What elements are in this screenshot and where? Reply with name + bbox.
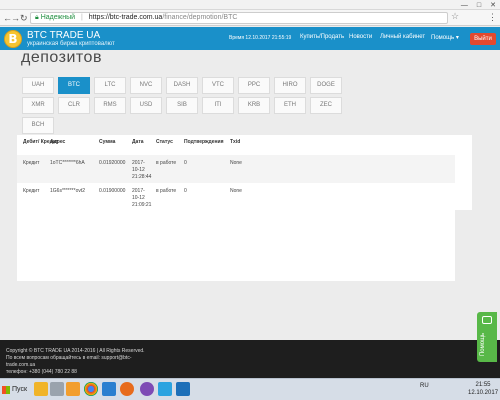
deposits-table: Дебит/ Кредит Адрес Сумма Дата Статус По… [17, 135, 455, 281]
table-row: Кредит 1G6s*******ovt2 0.01900000 2017- … [17, 183, 455, 211]
bitcoin-logo-icon[interactable]: B [4, 30, 22, 48]
os-taskbar: Пуск RU 21:55 12.10.2017 [0, 378, 500, 400]
tab-eth[interactable]: ETH [274, 97, 306, 114]
tab-krb[interactable]: KRB [238, 97, 270, 114]
cell-type: Кредит [23, 188, 40, 194]
tab-btc[interactable]: BTC [58, 77, 90, 94]
tab-doge[interactable]: DOGE [310, 77, 342, 94]
tab-uah[interactable]: UAH [22, 77, 54, 94]
app-icon[interactable] [102, 382, 116, 396]
cell-date-line1: 2017- [132, 160, 145, 166]
close-icon[interactable]: ✕ [490, 1, 496, 9]
bookmark-star-icon[interactable]: ☆ [451, 11, 459, 22]
cell-date-line3: 21:28:44 [132, 174, 152, 180]
browser-toolbar: ← → ↻ 🔒︎ Надежный | https://btc-trade.co… [0, 10, 500, 26]
reload-icon[interactable]: ↻ [20, 12, 28, 24]
window-controls: — □ ✕ [461, 0, 496, 10]
clock-time: 21:55 [475, 382, 491, 388]
col-header-txid: Txid [230, 139, 241, 145]
tab-xmr[interactable]: XMR [22, 97, 54, 114]
exit-button[interactable]: Выйти [470, 33, 496, 45]
maximize-icon[interactable]: □ [477, 2, 481, 9]
footer-phone: телефон: +380 (044) 780 22 88 [6, 369, 77, 375]
chrome-icon[interactable] [84, 382, 98, 396]
cell-amount: 0.01900000 [99, 188, 126, 194]
language-indicator[interactable]: RU [420, 383, 429, 389]
tab-zec[interactable]: ZEC [310, 97, 342, 114]
footer-contact: По всем вопросам обращайтесь в email: su… [6, 355, 132, 361]
explorer-icon[interactable] [34, 382, 48, 396]
page-title: депозитов [21, 49, 102, 66]
cell-date-line1: 2017- [132, 188, 145, 194]
nav-help[interactable]: Помощь ▾ [431, 34, 459, 41]
col-header-status: Статус [156, 139, 173, 145]
folder-icon[interactable] [66, 382, 80, 396]
tab-clr[interactable]: CLR [58, 97, 90, 114]
start-button[interactable]: Пуск [2, 383, 27, 397]
tab-bch[interactable]: BCH [22, 117, 54, 134]
minimize-icon[interactable]: — [461, 2, 468, 9]
lock-icon: 🔒︎ [35, 14, 39, 21]
url-host: https://btc-trade.com.ua [88, 14, 163, 21]
help-widget-label: Помощь [480, 332, 486, 356]
clock[interactable]: 21:55 12.10.2017 [468, 381, 498, 397]
forward-icon[interactable]: → [11, 12, 20, 24]
table-card-extension [455, 135, 472, 210]
browser-menu-icon[interactable]: ⋮ [488, 12, 497, 23]
start-label: Пуск [12, 386, 28, 393]
clock-date: 12.10.2017 [468, 390, 499, 396]
cell-address: 1G6s*******ovt2 [50, 188, 86, 194]
cell-txid: None [230, 188, 242, 194]
cell-confirmations: 0 [184, 188, 187, 194]
cell-txid: None [230, 160, 242, 166]
url-path: /finance/depmotion/BTC [162, 14, 238, 21]
col-header-address: Адрес [50, 139, 66, 145]
site-header: B BTC TRADE UA украинская биржа криптова… [0, 27, 500, 50]
cell-amount: 0.01920000 [99, 160, 126, 166]
secure-label: Надежный [40, 14, 76, 21]
col-header-amount: Сумма [99, 139, 116, 145]
brand-name[interactable]: BTC TRADE UA [27, 30, 100, 41]
nav-buy-sell[interactable]: Купить/Продать [300, 34, 344, 40]
tab-hiro[interactable]: HIRO [274, 77, 306, 94]
cell-status: в работе [156, 160, 177, 166]
cell-status: в работе [156, 188, 177, 194]
site-footer: Copyright © BTC TRADE UA 2014-2016 | All… [0, 340, 500, 378]
browser-titlebar: — □ ✕ [0, 0, 500, 10]
tab-iti[interactable]: ITI [202, 97, 234, 114]
windows-logo-icon [2, 386, 10, 394]
brand-subtitle: украинская биржа криптовалют [27, 41, 115, 47]
teamviewer-icon[interactable] [176, 382, 190, 396]
nav-news[interactable]: Новости [349, 34, 372, 40]
cell-date-line3: 21:09:21 [132, 202, 152, 208]
tab-sib[interactable]: SIB [166, 97, 198, 114]
footer-copyright: Copyright © BTC TRADE UA 2014-2016 | All… [6, 348, 145, 354]
cell-type: Кредит [23, 160, 40, 166]
computer-icon[interactable] [50, 382, 64, 396]
url-separator: | [80, 14, 83, 21]
cell-date-line2: 10-12 [132, 195, 145, 201]
chat-icon [482, 316, 492, 324]
tab-ppc[interactable]: PPC [238, 77, 270, 94]
tab-vtc[interactable]: VTC [202, 77, 234, 94]
chat-app-icon[interactable] [158, 382, 172, 396]
viber-icon[interactable] [140, 382, 154, 396]
table-row: Кредит 1oTC*******6hA 0.01920000 2017- 1… [17, 155, 455, 183]
cell-confirmations: 0 [184, 160, 187, 166]
tab-dash[interactable]: DASH [166, 77, 198, 94]
footer-contact-domain: trade.com.ua [6, 362, 36, 368]
firefox-icon[interactable] [120, 382, 134, 396]
nav-cabinet[interactable]: Личный кабинет [380, 34, 425, 40]
tab-usd[interactable]: USD [130, 97, 162, 114]
col-header-date: Дата [132, 139, 144, 145]
col-header-confirmations: Подтверждения [184, 139, 224, 145]
cell-date-line2: 10-12 [132, 167, 145, 173]
address-bar[interactable]: 🔒︎ Надежный | https://btc-trade.com.ua/f… [30, 12, 448, 24]
help-widget[interactable]: Помощь [477, 312, 497, 362]
server-time: Время 12.10.2017 21:55:19 [229, 35, 292, 41]
tab-nvc[interactable]: NVC [130, 77, 162, 94]
cell-address: 1oTC*******6hA [50, 160, 85, 166]
tab-ltc[interactable]: LTC [94, 77, 126, 94]
tab-rms[interactable]: RMS [94, 97, 126, 114]
